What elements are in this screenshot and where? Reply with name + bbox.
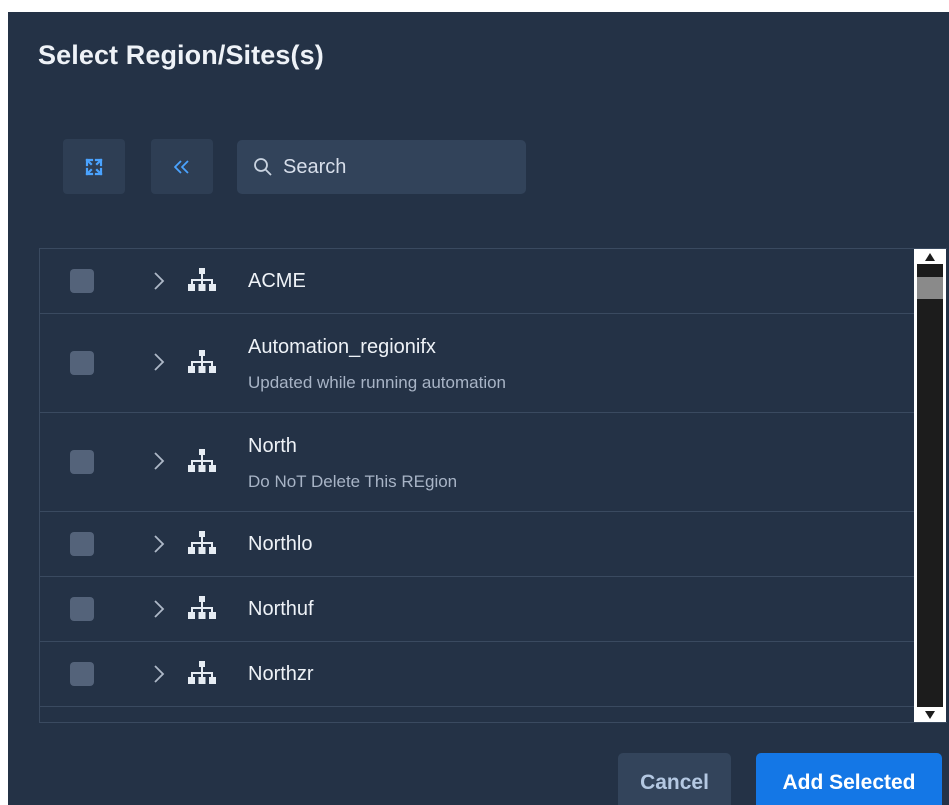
row-checkbox[interactable] [70,597,94,621]
search-icon [254,158,272,176]
row-checkbox[interactable] [70,532,94,556]
expand-chevron-icon[interactable] [152,270,166,292]
region-description: Updated while running automation [248,373,507,392]
add-selected-button[interactable]: Add Selected [756,753,942,805]
region-row[interactable]: Northuf [40,577,914,642]
expand-chevron-icon[interactable] [152,598,166,620]
region-description: Do NoT Delete This REgion [248,472,458,491]
region-row[interactable]: Northzr [40,642,914,707]
scroll-down-arrow-icon[interactable] [925,711,935,719]
scrollbar[interactable] [914,249,946,722]
row-checkbox[interactable] [70,351,94,375]
region-row[interactable]: Northlo [40,512,914,577]
row-checkbox[interactable] [70,269,94,293]
scroll-track[interactable] [917,264,943,707]
region-name: Northlo [248,533,313,555]
hierarchy-icon [188,661,216,687]
region-name: North [248,435,297,457]
search-box[interactable] [237,140,526,194]
hierarchy-icon [188,596,216,622]
select-region-dialog: Select Region/Sites(s) ACME Automation_re… [8,12,949,805]
region-name: Northzr [248,663,314,685]
hierarchy-icon [188,531,216,557]
hierarchy-icon [188,449,216,475]
search-input[interactable] [281,154,505,180]
collapse-panel-button[interactable] [151,139,213,194]
expand-all-button[interactable] [63,139,125,194]
region-row[interactable]: North Do NoT Delete This REgion [40,413,914,512]
region-list: ACME Automation_regionifx Updated while ru… [39,248,947,723]
row-checkbox[interactable] [70,662,94,686]
expand-chevron-icon[interactable] [152,663,166,685]
region-row[interactable]: Automation_regionifx Updated while runnin… [40,314,914,413]
row-checkbox[interactable] [70,450,94,474]
double-chevron-left-icon [174,159,189,174]
region-name: Northuf [248,598,314,620]
hierarchy-icon [188,350,216,376]
dialog-title: Select Region/Sites(s) [38,40,324,70]
hierarchy-icon [188,268,216,294]
cancel-button[interactable]: Cancel [618,753,731,805]
scroll-up-arrow-icon[interactable] [925,253,935,261]
expand-chevron-icon[interactable] [152,351,166,373]
region-name: ACME [248,270,306,292]
expand-arrows-icon [85,157,103,176]
region-row-partial [40,707,914,722]
scroll-thumb[interactable] [917,277,943,299]
expand-chevron-icon[interactable] [152,533,166,555]
region-row[interactable]: ACME [40,249,914,314]
expand-chevron-icon[interactable] [152,450,166,472]
region-name: Automation_regionifx [248,336,436,358]
